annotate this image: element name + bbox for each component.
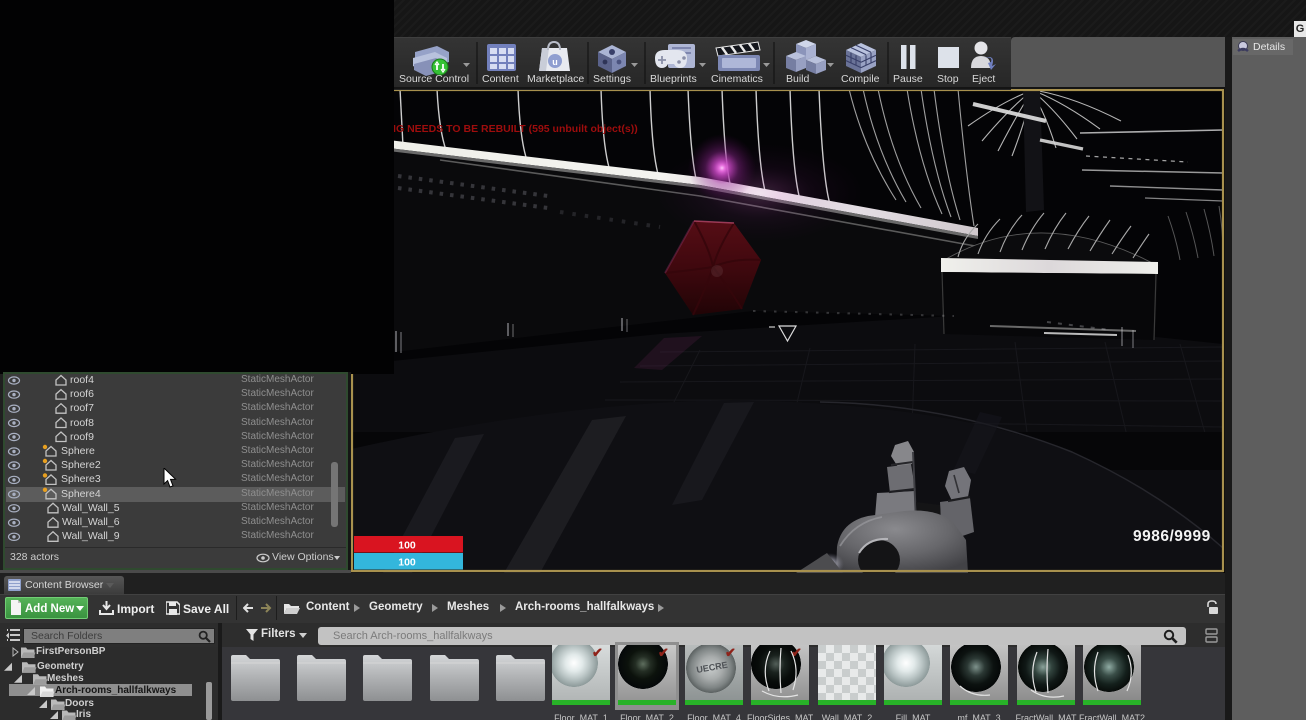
svg-text:LIGHTING NEEDS TO BE REBUILT (: LIGHTING NEEDS TO BE REBUILT (595 unbuil…: [354, 123, 638, 135]
svg-text:100: 100: [398, 557, 416, 569]
svg-text:u: u: [552, 57, 558, 67]
svg-text:UECRE: UECRE: [696, 660, 729, 675]
svg-text:9986/9999: 9986/9999: [1133, 528, 1211, 545]
svg-text:100: 100: [398, 540, 416, 552]
